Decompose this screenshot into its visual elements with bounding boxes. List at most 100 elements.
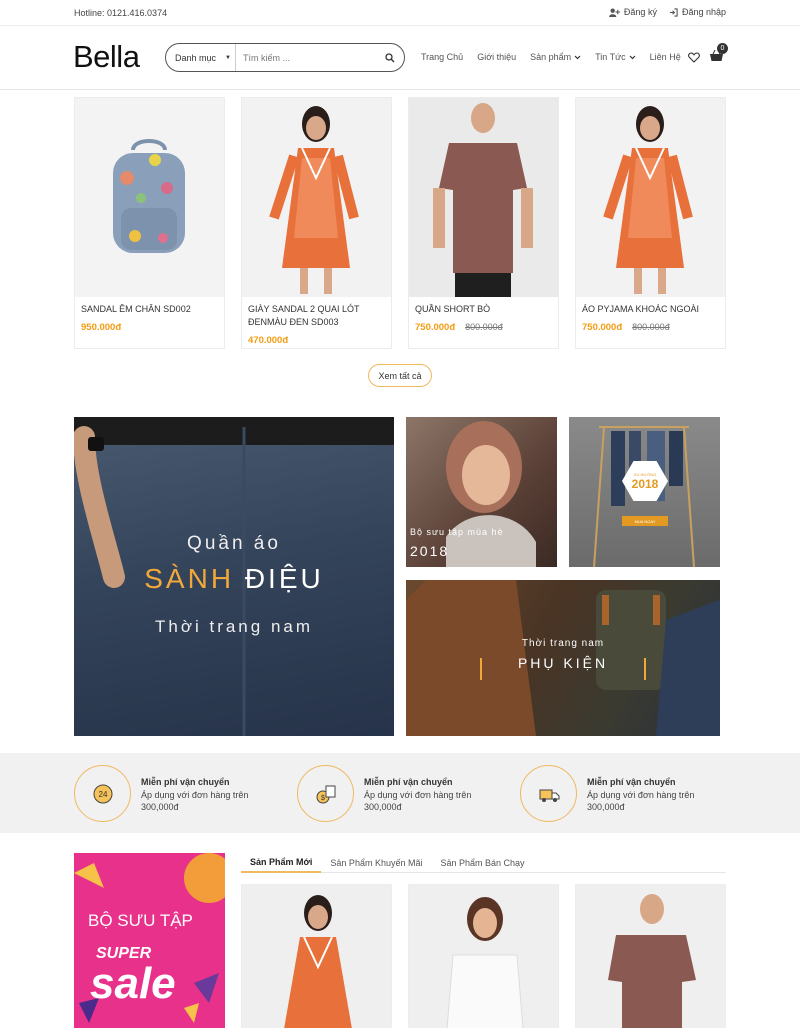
main-nav: Trang Chủ Giới thiệu Sản phẩm Tin Tức Li…	[421, 52, 695, 62]
super-sale-banner[interactable]: BỘ SƯU TẬP SUPER sale	[74, 853, 225, 1028]
tab-new-products[interactable]: Sản Phẩm Mới	[241, 853, 322, 873]
banner-summer-line2: 2018	[410, 543, 450, 559]
nav-home[interactable]: Trang Chủ	[421, 52, 463, 62]
login-link[interactable]: Đăng nhập	[669, 7, 726, 17]
product-name[interactable]: ÁO PYJAMA KHOÁC NGOÀI	[582, 303, 719, 316]
view-all-button[interactable]: Xem tất cả	[368, 364, 432, 387]
product-card-bottom[interactable]	[241, 884, 392, 1028]
banner-acc-line1: Thời trang nam	[521, 638, 605, 649]
feature-text: Miễn phí vận chuyển Áp dụng với đơn hàng…	[587, 765, 697, 822]
product-old-price: 800.000đ	[465, 322, 503, 332]
chevron-down-icon	[629, 55, 636, 59]
feature-desc: Áp dụng với đơn hàng trên 300,000đ	[587, 790, 695, 812]
product-price-row: 950.000đ	[81, 322, 218, 333]
product-name[interactable]: QUẦN SHORT BÒ	[415, 303, 552, 316]
user-plus-icon	[609, 8, 620, 17]
product-card[interactable]: ÁO PYJAMA KHOÁC NGOÀI 750.000đ 800.000đ	[575, 97, 726, 349]
heart-icon[interactable]	[688, 51, 700, 63]
feature-title: Miễn phí vận chuyển	[141, 777, 230, 787]
main-header: Bella Danh mục ▼ Tìm kiếm ... Trang Chủ …	[0, 26, 800, 90]
model-dress-image	[284, 895, 352, 1028]
feature-icon-wrap	[520, 765, 577, 822]
search-input[interactable]: Tìm kiếm ...	[236, 44, 376, 71]
svg-text:$: $	[321, 795, 325, 802]
search-button[interactable]	[376, 44, 404, 71]
banner-men-clothing[interactable]: Quần áo SÀNH ĐIỆU Thời trang nam	[74, 417, 394, 736]
nav-about-label: Giới thiệu	[477, 52, 517, 62]
nav-products[interactable]: Sản phẩm	[530, 52, 581, 62]
nav-about[interactable]: Giới thiệu	[477, 52, 516, 62]
product-info: QUẦN SHORT BÒ 750.000đ 800.000đ	[409, 297, 558, 348]
backpack-image	[113, 139, 185, 253]
product-info: SANDAL ÊM CHÂN SD002 950.000đ	[75, 297, 224, 348]
product-card[interactable]: GIÀY SANDAL 2 QUAI LÓT ĐENMÀU ĐEN SD003 …	[241, 97, 392, 349]
nav-products-label: Sản phẩm	[530, 52, 572, 62]
caret-down-icon: ▼	[225, 55, 231, 61]
trend-badge-year: 2018	[631, 476, 659, 491]
product-name[interactable]: SANDAL ÊM CHÂN SD002	[81, 303, 218, 316]
model-tshirt-image	[608, 894, 696, 1028]
feature-icon-wrap: $	[297, 765, 354, 822]
product-price: 750.000đ	[582, 322, 623, 333]
24h-clock-icon: 24	[93, 784, 112, 803]
feature-item: Miễn phí vận chuyển Áp dụng với đơn hàng…	[520, 765, 697, 822]
product-tabs: Sản Phẩm Mới Sản Phẩm Khuyến Mãi Sản Phẩ…	[241, 853, 726, 873]
product-price-row: 750.000đ 800.000đ	[582, 322, 719, 333]
product-price-row: 470.000đ	[248, 335, 385, 346]
product-price-row: 750.000đ 800.000đ	[415, 322, 552, 333]
product-image-backpack[interactable]	[75, 98, 224, 297]
banner-accessories[interactable]: Thời trang nam PHỤ KIỆN	[406, 580, 720, 736]
hotline-text: Hotline: 0121.416.0374	[74, 8, 168, 18]
banner-main-line2-rest: ĐIỆU	[234, 563, 324, 594]
nav-news[interactable]: Tin Tức	[595, 52, 636, 62]
product-name[interactable]: GIÀY SANDAL 2 QUAI LÓT ĐENMÀU ĐEN SD003	[248, 303, 385, 329]
model-tshirt-image	[433, 103, 533, 297]
product-image-dress[interactable]	[576, 98, 725, 297]
svg-text:24: 24	[98, 790, 107, 799]
money-icon: $	[316, 785, 335, 803]
cart-count-badge: 0	[717, 43, 728, 54]
banner-main-line1: Quần áo	[187, 533, 281, 554]
account-links: Đăng ký Đăng nhập	[609, 7, 726, 17]
tab-promotions[interactable]: Sản Phẩm Khuyến Mãi	[321, 853, 431, 873]
nav-news-label: Tin Tức	[595, 52, 626, 62]
banner-summer-collection[interactable]: Bộ sưu tập mùa hè 2018	[406, 417, 557, 567]
site-logo[interactable]: Bella	[73, 39, 140, 75]
product-image-tshirt[interactable]	[409, 98, 558, 297]
product-card[interactable]: SANDAL ÊM CHÂN SD002 950.000đ	[74, 97, 225, 349]
tab-best-sellers[interactable]: Sản Phẩm Bán Chạy	[431, 853, 533, 873]
search-icon	[385, 52, 395, 62]
banner-main-line3: Thời trang nam	[154, 617, 314, 636]
register-label: Đăng ký	[623, 7, 657, 17]
features-strip: 24 Miễn phí vận chuyển Áp dụng với đơn h…	[0, 753, 800, 833]
feature-text: Miễn phí vận chuyển Áp dụng với đơn hàng…	[141, 765, 251, 822]
feature-title: Miễn phí vận chuyển	[587, 777, 676, 787]
nav-contact[interactable]: Liên Hệ	[650, 52, 681, 62]
banner-summer-line1: Bộ sưu tập mùa hè	[410, 527, 504, 537]
header-icons: 0	[688, 43, 728, 64]
nav-home-label: Trang Chủ	[421, 52, 464, 62]
login-label: Đăng nhập	[681, 7, 726, 17]
cart-button[interactable]: 0	[710, 43, 728, 64]
feature-desc: Áp dụng với đơn hàng trên 300,000đ	[141, 790, 249, 812]
delivery-truck-icon	[539, 789, 559, 802]
sale-line3: sale	[90, 959, 176, 1008]
register-link[interactable]: Đăng ký	[609, 7, 657, 17]
category-select-label: Danh mục	[175, 52, 217, 63]
feature-icon-wrap: 24	[74, 765, 131, 822]
product-card[interactable]: QUẦN SHORT BÒ 750.000đ 800.000đ	[408, 97, 559, 349]
product-card-bottom[interactable]	[408, 884, 559, 1028]
product-price: 750.000đ	[415, 322, 456, 333]
banner-main-accent: SÀNH	[144, 563, 235, 594]
banner-main-line2: SÀNH ĐIỆU	[74, 563, 394, 595]
product-image-dress[interactable]	[242, 98, 391, 297]
category-select[interactable]: Danh mục ▼	[166, 44, 236, 71]
banner-trend-2018[interactable]: XU HƯỚNG 2018 MUA NGAY	[569, 417, 720, 567]
trend-shop-button[interactable]: MUA NGAY	[622, 516, 668, 526]
product-price: 950.000đ	[81, 322, 122, 333]
product-info: ÁO PYJAMA KHOÁC NGOÀI 750.000đ 800.000đ	[576, 297, 725, 348]
feature-text: Miễn phí vận chuyển Áp dụng với đơn hàng…	[364, 765, 474, 822]
model-white-blouse-image	[446, 897, 524, 1028]
product-card-bottom[interactable]	[575, 884, 726, 1028]
chevron-down-icon	[574, 55, 581, 59]
